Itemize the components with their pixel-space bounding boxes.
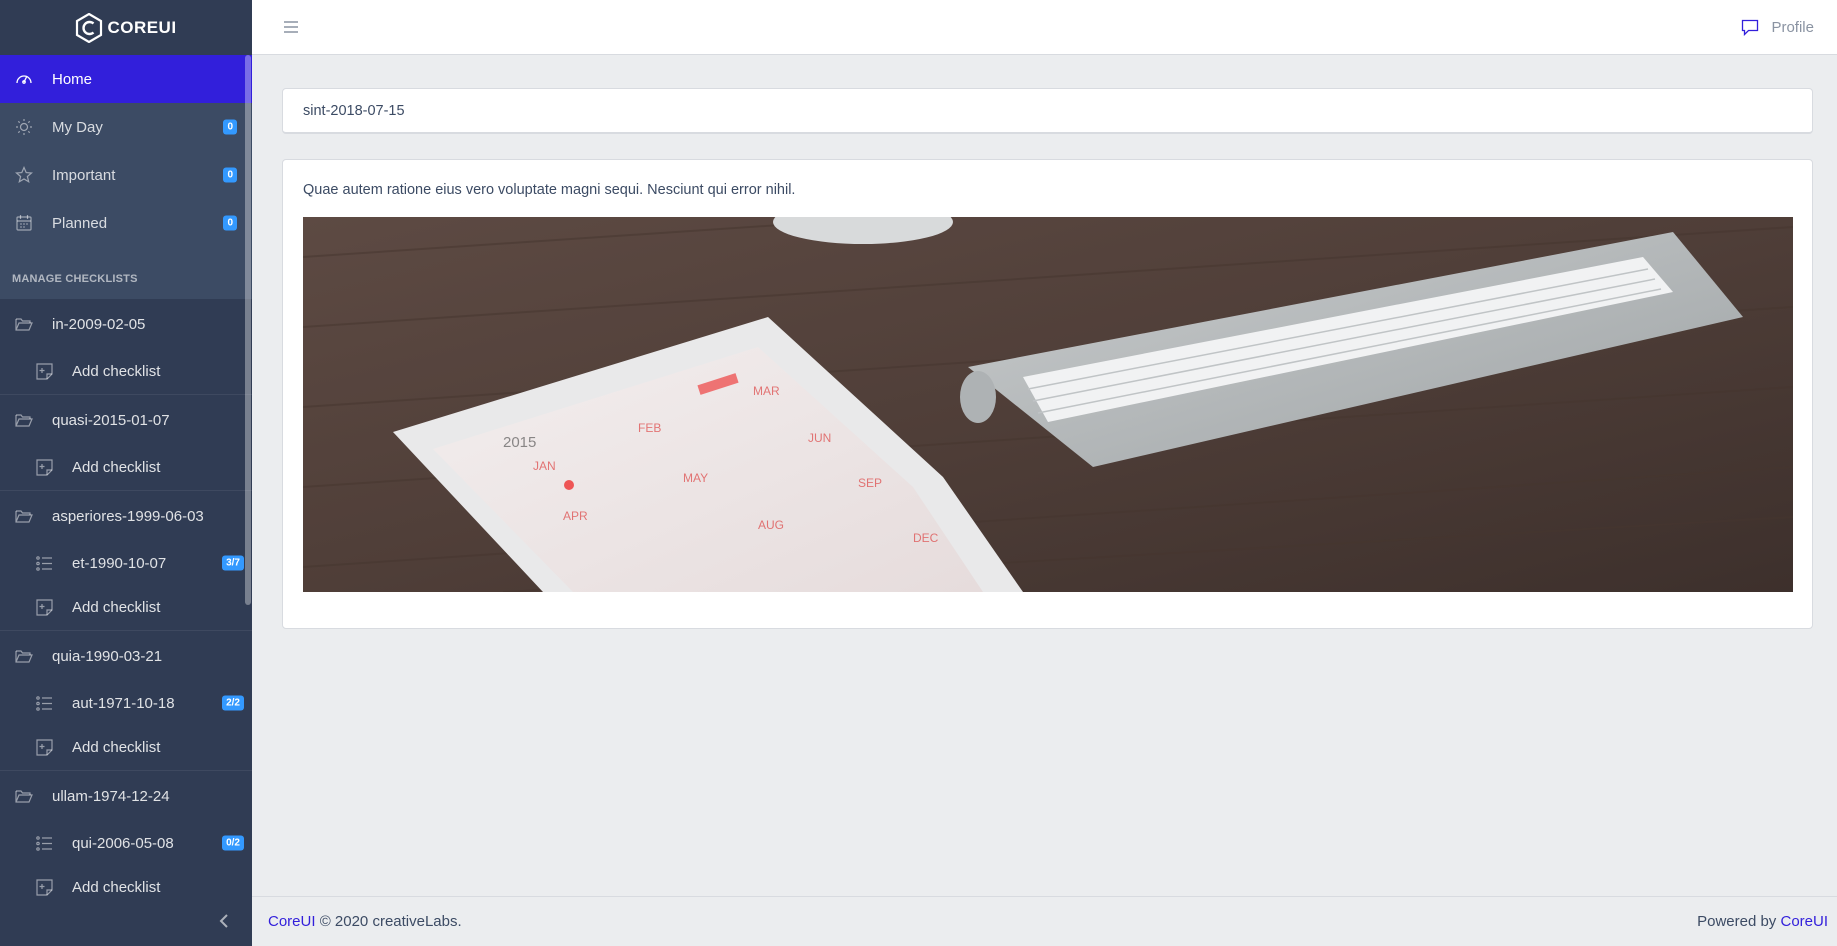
- header: Profile: [252, 0, 1837, 55]
- list-icon: [34, 693, 54, 713]
- sidebar-item-planned[interactable]: Planned 0: [0, 199, 252, 247]
- checklist-name: et-1990-10-07: [72, 554, 167, 572]
- footer-left: CoreUI © 2020 creativeLabs.: [268, 913, 462, 930]
- footer-right: Powered by CoreUI: [1697, 913, 1828, 930]
- folder-open-icon: [14, 314, 34, 334]
- sidebar-item-my-day[interactable]: My Day 0: [0, 103, 252, 151]
- folder-open-icon: [14, 506, 34, 526]
- coreui-link[interactable]: CoreUI: [268, 913, 316, 930]
- sidebar-nav: Home My Day 0 Important 0 Planned 0 MANA…: [0, 55, 252, 911]
- chat-bubble-icon: [1742, 19, 1759, 36]
- group-name: quia-1990-03-21: [52, 647, 163, 665]
- checklist-name: qui-2006-05-08: [72, 834, 174, 852]
- calendar-year-text: 2015: [503, 434, 536, 451]
- add-checklist-button[interactable]: Add checklist: [0, 725, 252, 770]
- brand[interactable]: COREUI: [0, 0, 252, 55]
- profile-label: Profile: [1771, 18, 1814, 36]
- profile-link[interactable]: Profile: [1741, 19, 1814, 36]
- group-folder[interactable]: in-2009-02-05: [0, 299, 252, 349]
- calendar-month-text: MAR: [753, 384, 780, 398]
- checklist-group: in-2009-02-05 Add checklist: [0, 299, 252, 395]
- add-checklist-label: Add checklist: [72, 739, 161, 756]
- star-icon: [14, 165, 34, 185]
- group-folder[interactable]: quia-1990-03-21: [0, 631, 252, 681]
- calendar-month-text: FEB: [638, 421, 661, 435]
- folder-open-icon: [14, 786, 34, 806]
- progress-badge: 3/7: [222, 555, 244, 571]
- group-name: quasi-2015-01-07: [52, 411, 170, 429]
- calendar-icon: [14, 213, 34, 233]
- note-add-icon: [34, 598, 54, 618]
- footer: CoreUI © 2020 creativeLabs. Powered by C…: [252, 896, 1837, 946]
- brand-name: COREUI: [107, 17, 177, 37]
- progress-badge: 2/2: [222, 695, 244, 711]
- sidebar-toggler[interactable]: [280, 16, 302, 38]
- add-checklist-label: Add checklist: [72, 599, 161, 616]
- group-folder[interactable]: quasi-2015-01-07: [0, 395, 252, 445]
- hero-image: 2015 JAN FEB MAR APR MAY JUN AUG SEP DEC: [303, 217, 1793, 592]
- add-checklist-label: Add checklist: [72, 363, 161, 380]
- group-folder[interactable]: ullam-1974-12-24: [0, 771, 252, 821]
- calendar-month-text: JUN: [808, 431, 831, 445]
- calendar-month-text: DEC: [913, 531, 939, 545]
- chevron-left-icon: [219, 914, 228, 928]
- calendar-month-text: APR: [563, 509, 588, 523]
- calendar-month-text: MAY: [683, 471, 708, 485]
- count-badge: 0: [223, 167, 237, 183]
- checklist-item[interactable]: et-1990-10-07 3/7: [0, 541, 252, 585]
- sun-icon: [14, 117, 34, 137]
- note-add-icon: [34, 362, 54, 382]
- sidebar-item-label: My Day: [52, 118, 103, 136]
- card-description: Quae autem ratione eius vero voluptate m…: [303, 182, 796, 198]
- calendar-month-text: SEP: [858, 476, 882, 490]
- card-title: sint-2018-07-15: [303, 102, 405, 119]
- note-add-icon: [34, 458, 54, 478]
- checklist-group: asperiores-1999-06-03 et-1990-10-07 3/7 …: [0, 491, 252, 631]
- folder-open-icon: [14, 410, 34, 430]
- checklist-group: ullam-1974-12-24 qui-2006-05-08 0/2 Add …: [0, 771, 252, 911]
- note-add-icon: [34, 738, 54, 758]
- sidebar-scrollbar[interactable]: [245, 55, 251, 605]
- coreui-logo-icon: [76, 12, 103, 43]
- group-name: ullam-1974-12-24: [52, 787, 170, 805]
- sidebar-item-important[interactable]: Important 0: [0, 151, 252, 199]
- add-checklist-label: Add checklist: [72, 879, 161, 896]
- content-card: Quae autem ratione eius vero voluptate m…: [282, 159, 1813, 629]
- count-badge: 0: [223, 119, 237, 135]
- progress-badge: 0/2: [222, 835, 244, 851]
- sidebar-item-label: Home: [52, 70, 93, 88]
- note-add-icon: [34, 878, 54, 898]
- calendar-month-text: JAN: [533, 459, 556, 473]
- hamburger-icon: [284, 21, 298, 33]
- calendar-month-text: AUG: [758, 518, 784, 532]
- group-folder[interactable]: asperiores-1999-06-03: [0, 491, 252, 541]
- checklist-group: quia-1990-03-21 aut-1971-10-18 2/2 Add c…: [0, 631, 252, 771]
- add-checklist-button[interactable]: Add checklist: [0, 349, 252, 394]
- checklist-item[interactable]: qui-2006-05-08 0/2: [0, 821, 252, 865]
- speedometer-icon: [14, 69, 34, 89]
- title-card: sint-2018-07-15: [282, 88, 1813, 134]
- checklist-group: quasi-2015-01-07 Add checklist: [0, 395, 252, 491]
- add-checklist-label: Add checklist: [72, 459, 161, 476]
- add-checklist-button[interactable]: Add checklist: [0, 585, 252, 630]
- powered-by-link[interactable]: CoreUI: [1780, 913, 1828, 930]
- sidebar-item-label: Planned: [52, 214, 108, 232]
- sidebar-item-home[interactable]: Home: [0, 55, 252, 103]
- add-checklist-button[interactable]: Add checklist: [0, 445, 252, 490]
- powered-by-text: Powered by: [1697, 913, 1777, 930]
- copyright-text: © 2020 creativeLabs.: [319, 913, 462, 930]
- checklist-name: aut-1971-10-18: [72, 694, 175, 712]
- list-icon: [34, 553, 54, 573]
- group-name: in-2009-02-05: [52, 315, 146, 333]
- group-name: asperiores-1999-06-03: [52, 507, 204, 525]
- sidebar-item-label: Important: [52, 166, 116, 184]
- desk-photo-illustration: 2015 JAN FEB MAR APR MAY JUN AUG SEP DEC: [303, 217, 1793, 592]
- section-title: MANAGE CHECKLISTS: [12, 273, 138, 285]
- sidebar: COREUI Home My Day 0 Important 0 Planned…: [0, 0, 252, 946]
- list-icon: [34, 833, 54, 853]
- sidebar-minimizer[interactable]: [0, 896, 252, 946]
- checklist-item[interactable]: aut-1971-10-18 2/2: [0, 681, 252, 725]
- count-badge: 0: [223, 215, 237, 231]
- folder-open-icon: [14, 646, 34, 666]
